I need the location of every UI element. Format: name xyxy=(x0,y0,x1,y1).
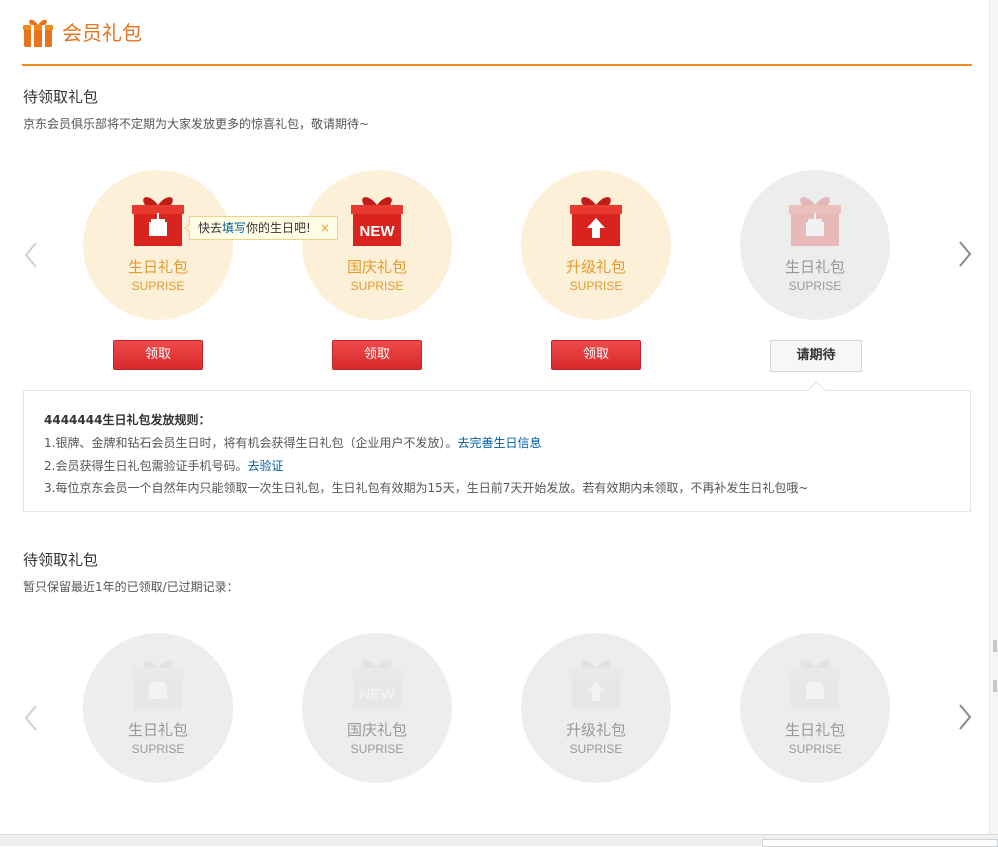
gift-card-birthday[interactable]: 生日礼包 SUPRISE xyxy=(83,170,233,320)
claim-button-birthday[interactable]: 领取 xyxy=(113,340,203,370)
new-gift-icon: NEW xyxy=(351,660,403,709)
gift-name: 升级礼包 xyxy=(565,258,626,276)
gift-name: 生日礼包 xyxy=(784,258,845,276)
tooltip-suffix: 你的生日吧! xyxy=(246,221,311,235)
gift-sub: SUPRISE xyxy=(788,279,842,293)
gift-card-birthday-upcoming: 生日礼包 SUPRISE xyxy=(740,170,890,320)
svg-text:NEW: NEW xyxy=(360,223,396,240)
gift-name: 国庆礼包 xyxy=(346,258,407,276)
history-section-title: 待领取礼包 xyxy=(23,551,99,569)
rules-line-2: 2.会员获得生日礼包需验证手机号码。去验证 xyxy=(44,457,283,474)
pending-section-desc: 京东会员俱乐部将不定期为大家发放更多的惊喜礼包，敬请期待~ xyxy=(23,117,370,131)
birthday-cake-gift-icon xyxy=(132,197,184,246)
gift-name: 生日礼包 xyxy=(127,721,188,739)
upgrade-arrow-gift-icon xyxy=(570,197,622,246)
birthday-tooltip: 快去填写你的生日吧! × xyxy=(184,216,338,240)
tooltip-prefix: 快去 xyxy=(198,221,223,235)
rules-line-1-text: 1.银牌、金牌和钻石会员生日时，将有机会获得生日礼包（企业用户不发放）。 xyxy=(44,436,458,450)
scrollbar-mark xyxy=(993,640,997,652)
claim-button-national-day[interactable]: 领取 xyxy=(332,340,422,370)
claim-button-upgrade[interactable]: 领取 xyxy=(551,340,641,370)
horizontal-scrollbar[interactable] xyxy=(0,834,998,847)
history-gift-card: 升级礼包 SUPRISE xyxy=(521,633,671,783)
gift-card-national-day[interactable]: NEW 国庆礼包 SUPRISE xyxy=(302,170,452,320)
birthday-cake-gift-icon xyxy=(789,197,841,246)
gift-sub: SUPRISE xyxy=(788,742,842,756)
rules-line-1: 1.银牌、金牌和钻石会员生日时，将有机会获得生日礼包（企业用户不发放）。去完善生… xyxy=(44,434,541,451)
page-title: 会员礼包 xyxy=(62,21,142,45)
history-gift-card: 生日礼包 SUPRISE xyxy=(83,633,233,783)
gift-icon xyxy=(23,19,53,47)
section-header: 会员礼包 xyxy=(22,14,972,66)
gift-name: 生日礼包 xyxy=(784,721,845,739)
gift-name: 升级礼包 xyxy=(565,721,626,739)
vertical-scrollbar[interactable] xyxy=(989,0,998,846)
gift-sub: SUPRISE xyxy=(350,742,404,756)
history-gift-card: 生日礼包 SUPRISE xyxy=(740,633,890,783)
rules-line-3: 3.每位京东会员一个自然年内只能领取一次生日礼包，生日礼包有效期为15天，生日前… xyxy=(44,481,809,495)
birthday-rules-box: 4444444生日礼包发放规则： 1.银牌、金牌和钻石会员生日时，将有机会获得生… xyxy=(23,381,971,512)
gift-sub: SUPRISE xyxy=(569,279,623,293)
carousel-prev-arrow-icon[interactable] xyxy=(24,241,38,269)
carousel-next-arrow-icon[interactable] xyxy=(958,240,972,268)
svg-text:NEW: NEW xyxy=(360,686,396,703)
birthday-cake-gift-icon xyxy=(789,660,841,709)
gift-sub: SUPRISE xyxy=(569,742,623,756)
verify-link[interactable]: 去验证 xyxy=(247,459,283,473)
birthday-cake-gift-icon xyxy=(132,660,184,709)
coming-soon-button[interactable]: 请期待 xyxy=(770,340,862,372)
history-next-arrow-icon[interactable] xyxy=(958,703,972,731)
gift-sub: SUPRISE xyxy=(350,279,404,293)
tooltip-close-icon[interactable]: × xyxy=(320,217,330,239)
rules-line-2-text: 2.会员获得生日礼包需验证手机号码。 xyxy=(44,459,248,473)
gift-name: 生日礼包 xyxy=(127,258,188,276)
rules-title: 4444444生日礼包发放规则： xyxy=(44,413,211,427)
fill-birthday-link[interactable]: 填写 xyxy=(222,221,246,235)
pending-section-title: 待领取礼包 xyxy=(23,88,99,106)
history-prev-arrow-icon[interactable] xyxy=(24,704,38,732)
upgrade-arrow-gift-icon xyxy=(570,660,622,709)
gift-card-upgrade[interactable]: 升级礼包 SUPRISE xyxy=(521,170,671,320)
scrollbar-mark xyxy=(993,680,997,692)
history-gift-card: NEW 国庆礼包 SUPRISE xyxy=(302,633,452,783)
gift-sub: SUPRISE xyxy=(131,279,185,293)
gift-name: 国庆礼包 xyxy=(346,721,407,739)
history-section-desc: 暂只保留最近1年的已领取/已过期记录： xyxy=(23,580,239,594)
new-gift-icon: NEW xyxy=(351,197,403,246)
gift-sub: SUPRISE xyxy=(131,742,185,756)
tooltip-pointer-inner xyxy=(186,224,191,232)
complete-birthday-link[interactable]: 去完善生日信息 xyxy=(457,436,541,450)
